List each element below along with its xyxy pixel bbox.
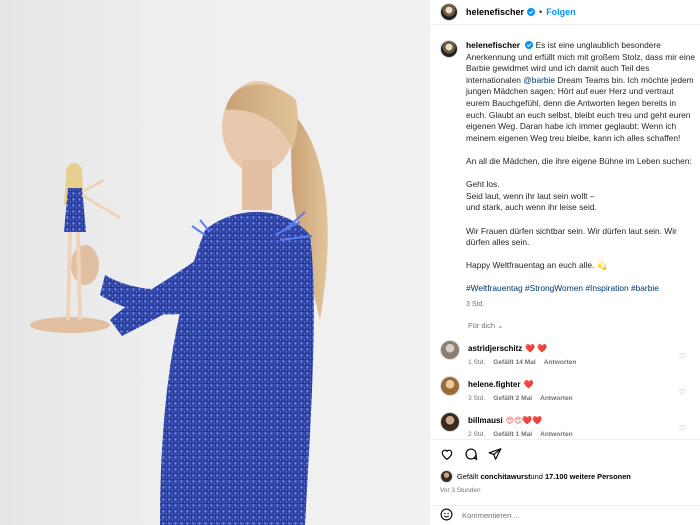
header-separator: • bbox=[539, 7, 543, 17]
caption-time: 3 Std. bbox=[466, 301, 485, 309]
chevron-down-icon: ⌄ bbox=[497, 320, 504, 330]
comment-item: astridjerschitz ❤️ ❤️ 1 Std. Gefällt 14 Ma… bbox=[430, 330, 700, 366]
caption-username[interactable]: helenefischer bbox=[466, 40, 520, 50]
comment-icon[interactable] bbox=[464, 447, 478, 461]
comment-avatar[interactable] bbox=[440, 339, 460, 360]
comment-likes[interactable]: Gefällt 14 Mal bbox=[493, 359, 536, 366]
share-icon[interactable] bbox=[488, 447, 502, 461]
mention-barbie[interactable]: @barbie bbox=[523, 75, 555, 85]
comment-username[interactable]: astridjerschitz bbox=[468, 344, 522, 353]
comment-time: 1 Std. bbox=[468, 358, 486, 366]
caption-paragraph-3: Geht los. Seid laut, wenn ihr laut sein … bbox=[466, 179, 597, 213]
likes-count[interactable]: 17.100 weitere Personen bbox=[545, 472, 631, 481]
caption-hashtags[interactable]: #Weltfrauentag #StrongWomen #Inspiration… bbox=[466, 283, 659, 293]
caption: helenefischer Es ist eine unglaublich be… bbox=[430, 30, 700, 311]
author-username[interactable]: helenefischer bbox=[466, 7, 524, 17]
heart-icon[interactable] bbox=[440, 447, 454, 461]
caption-text: helenefischer Es ist eine unglaublich be… bbox=[466, 40, 698, 311]
reply-button[interactable]: Antworten bbox=[540, 431, 573, 438]
comment-time: 3 Std. bbox=[468, 394, 486, 402]
comment-input[interactable] bbox=[462, 511, 662, 520]
smiley-icon[interactable] bbox=[440, 508, 453, 523]
post-header: helenefischer • Folgen bbox=[430, 0, 700, 25]
likes-prefix: Gefällt bbox=[457, 472, 479, 481]
photo-illustration bbox=[30, 81, 328, 525]
post-actions: Gefällt conchitawurst und 17.100 weitere… bbox=[430, 439, 700, 501]
caption-paragraph-5: Happy Weltfrauentag an euch alle. 💫 bbox=[466, 260, 608, 271]
post-timestamp: Vor 3 Stunden bbox=[440, 487, 481, 494]
caption-paragraph-4: Wir Frauen dürfen sichtbar sein. Wir dür… bbox=[466, 225, 680, 248]
comment-username[interactable]: helene.fighter bbox=[468, 380, 520, 389]
liker-username[interactable]: conchitawurst bbox=[480, 472, 530, 481]
caption-avatar[interactable] bbox=[440, 40, 458, 58]
post-photo[interactable] bbox=[0, 0, 429, 525]
post-side-panel: helenefischer • Folgen helenefischer Es … bbox=[429, 0, 700, 525]
follow-button[interactable]: Folgen bbox=[546, 7, 576, 17]
comment-heart-icon[interactable]: ♡ bbox=[679, 424, 686, 433]
likes-summary[interactable]: Gefällt conchitawurst und 17.100 weitere… bbox=[440, 470, 690, 483]
liker-avatar bbox=[440, 470, 453, 483]
for-you-toggle[interactable]: Für dich ⌄ bbox=[468, 321, 700, 330]
caption-paragraph-2: An all die Mädchen, die ihre eigene Bühn… bbox=[466, 155, 692, 166]
likes-middle: und bbox=[530, 472, 543, 481]
for-you-label: Für dich bbox=[468, 320, 496, 330]
author-avatar[interactable] bbox=[440, 3, 458, 21]
reply-button[interactable]: Antworten bbox=[540, 395, 573, 402]
comment-avatar[interactable] bbox=[440, 375, 460, 396]
verified-icon bbox=[525, 41, 534, 49]
comment-text: ❤️ bbox=[523, 379, 534, 389]
comment-likes[interactable]: Gefällt 1 Mal bbox=[493, 431, 532, 438]
comment-composer bbox=[430, 505, 700, 525]
comment-heart-icon[interactable]: ♡ bbox=[679, 388, 686, 397]
comment-item: helene.fighter ❤️ 3 Std. Gefällt 2 Mal Antw… bbox=[430, 366, 700, 402]
comment-avatar[interactable] bbox=[440, 411, 460, 432]
comment-likes[interactable]: Gefällt 2 Mal bbox=[493, 395, 532, 402]
reply-button[interactable]: Antworten bbox=[544, 359, 577, 366]
comment-username[interactable]: billmausi bbox=[468, 416, 503, 425]
comment-text: 😍😍❤️❤️ bbox=[505, 415, 543, 425]
comment-text: ❤️ ❤️ bbox=[525, 343, 548, 353]
verified-icon bbox=[527, 8, 536, 16]
comment-time: 2 Std. bbox=[468, 430, 486, 438]
comment-item: billmausi 😍😍❤️❤️ 2 Std. Gefällt 1 Mal Antwo… bbox=[430, 402, 700, 438]
comment-heart-icon[interactable]: ♡ bbox=[679, 352, 686, 361]
comments-scroll-area[interactable]: helenefischer Es ist eine unglaublich be… bbox=[430, 30, 700, 439]
